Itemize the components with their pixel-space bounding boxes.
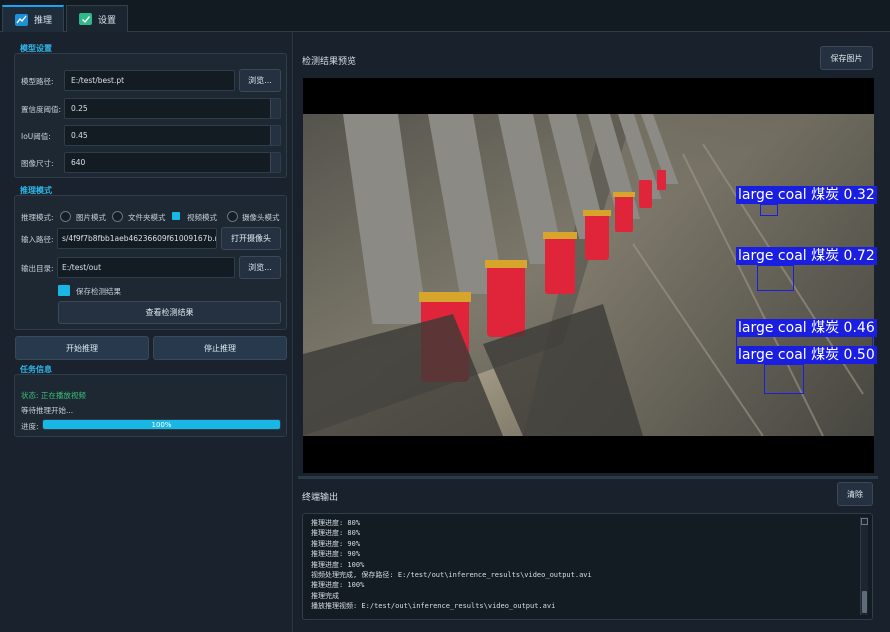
terminal-title: 终端输出 — [302, 493, 339, 503]
radio-video-mode[interactable] — [172, 211, 180, 220]
log-line: 推理进度: 80% — [311, 529, 361, 538]
iou-label: IoU阈值: — [21, 132, 51, 141]
output-dir-label: 输出目录: — [21, 264, 54, 273]
tab-bar — [0, 0, 890, 32]
detection-label-4: large coal 煤炭 0.50 — [736, 346, 877, 364]
terminal-scrollbar[interactable] — [860, 517, 868, 615]
radio-video-mode-label: 视频模式 — [187, 213, 217, 222]
output-dir-field[interactable]: E:/test/out — [57, 257, 235, 278]
save-results-checkbox[interactable] — [58, 285, 70, 296]
check-square-icon — [79, 13, 92, 25]
log-line: 推理进度: 100% — [311, 560, 365, 569]
radio-camera-mode-label: 摄像头模式 — [242, 213, 280, 222]
tab-settings-label: 设置 — [98, 15, 117, 26]
detection-label-3: large coal 煤炭 0.46 — [736, 319, 877, 337]
log-line: 播放推理视频: E:/test/out\inference_results\vi… — [311, 602, 556, 611]
stop-inference-button[interactable]: 停止推理 — [153, 336, 287, 360]
model-path-label: 模型路径: — [21, 77, 54, 86]
model-path-input[interactable]: E:/test/best.pt — [64, 70, 235, 91]
progress-text: 100% — [151, 420, 172, 429]
image-size-stepper[interactable] — [270, 153, 280, 172]
log-line: 推理完成 — [311, 591, 339, 600]
view-results-button[interactable]: 查看检测结果 — [58, 301, 281, 324]
iou-stepper[interactable] — [270, 126, 280, 145]
scrollbar-thumb[interactable] — [862, 591, 867, 613]
input-path-label: 输入路径: — [21, 235, 54, 244]
progress-bar: 100% — [42, 419, 281, 430]
status-text: 状态: 正在播放视频 — [21, 391, 86, 400]
clear-button[interactable]: 清除 — [837, 482, 873, 506]
log-line: 视频处理完成, 保存路径: E:/test/out\inference_resu… — [311, 571, 592, 580]
image-size-label: 图像尺寸: — [21, 159, 54, 168]
open-camera-button[interactable]: 打开摄像头 — [221, 227, 281, 250]
confidence-spinbox[interactable]: 0.25 — [64, 98, 281, 119]
chart-line-icon — [15, 13, 28, 26]
radio-image-mode-label: 图片模式 — [76, 213, 106, 222]
input-path-field[interactable]: s/4f9f7b8fbb1aeb46236609f61009167b.mp4 — [57, 228, 217, 249]
save-results-label: 保存检测结果 — [76, 287, 121, 296]
detection-label-1: large coal 煤炭 0.32 — [736, 186, 877, 204]
output-browse-button[interactable]: 浏览... — [239, 256, 281, 279]
log-line: 推理进度: 90% — [311, 539, 361, 548]
mode-label: 推理模式: — [21, 213, 54, 222]
confidence-value: 0.25 — [71, 104, 88, 113]
image-size-spinbox[interactable]: 640 — [64, 152, 281, 173]
tab-inference[interactable]: 推理 — [2, 5, 64, 32]
preview-title: 检测结果预览 — [302, 57, 357, 67]
radio-folder-mode[interactable] — [112, 211, 123, 222]
log-line: 推理进度: 90% — [311, 550, 361, 559]
tab-inference-label: 推理 — [34, 16, 53, 26]
confidence-label: 置信度阈值: — [21, 105, 62, 114]
log-line: 推理进度: 100% — [311, 581, 365, 590]
panel-splitter[interactable] — [298, 476, 878, 479]
iou-spinbox[interactable]: 0.45 — [64, 125, 281, 146]
model-browse-button[interactable]: 浏览... — [239, 69, 281, 92]
radio-image-mode[interactable] — [60, 211, 71, 222]
detection-box-1 — [760, 204, 778, 216]
image-size-value: 640 — [71, 158, 86, 167]
terminal-lines: 推理进度: 80% 推理进度: 80% 推理进度: 90% 推理进度: 90% … — [311, 518, 851, 612]
waiting-text: 等待推理开始... — [21, 406, 74, 415]
detection-box-4 — [764, 364, 804, 394]
scroll-up-icon[interactable] — [861, 518, 868, 525]
save-image-button[interactable]: 保存图片 — [820, 46, 873, 70]
start-inference-button[interactable]: 开始推理 — [15, 336, 149, 360]
radio-camera-mode[interactable] — [227, 211, 238, 222]
radio-folder-mode-label: 文件夹模式 — [128, 213, 166, 222]
detection-label-2: large coal 煤炭 0.72 — [736, 247, 877, 265]
tab-settings[interactable]: 设置 — [66, 5, 128, 32]
progress-label: 进度: — [21, 422, 39, 431]
detection-box-2 — [757, 265, 794, 291]
iou-value: 0.45 — [71, 131, 88, 140]
log-line: 推理进度: 80% — [311, 519, 361, 527]
confidence-stepper[interactable] — [270, 99, 280, 118]
